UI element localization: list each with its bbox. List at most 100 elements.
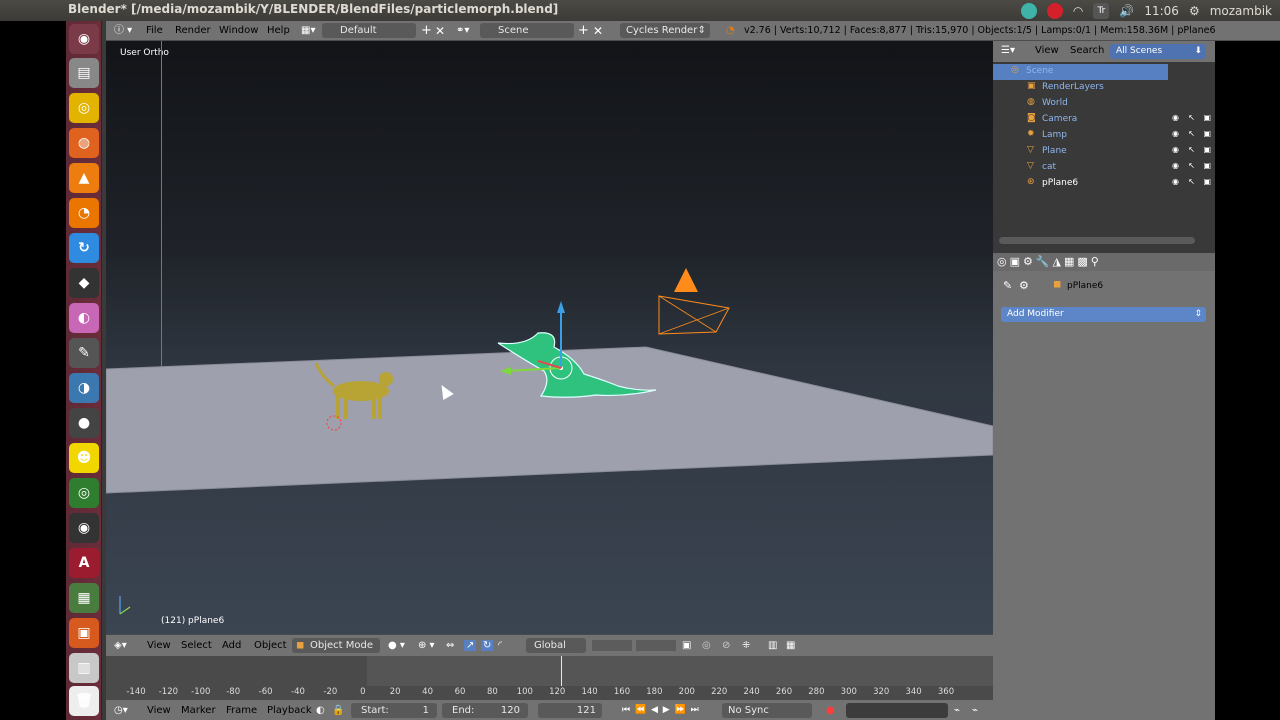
visibility-eye-icon[interactable]: ◉ — [1172, 145, 1179, 154]
renderable-camera-icon[interactable]: ▣ — [1203, 129, 1211, 138]
translate-manipulator-icon[interactable]: ↗ — [464, 640, 477, 651]
property-tab-icons[interactable]: ◎▣⚙🔧◮▦▩⚲ — [997, 255, 1102, 268]
outliner-item[interactable]: ▽ Plane ◉ ↖ ▣ — [993, 144, 1215, 160]
visibility-eye-icon[interactable]: ◉ — [1172, 161, 1179, 170]
selectable-cursor-icon[interactable]: ↖ — [1188, 129, 1195, 138]
app-icon-19[interactable]: ▥ — [69, 653, 99, 683]
use-preview-range-icon[interactable]: ◐ — [316, 705, 325, 716]
selectable-cursor-icon[interactable]: ↖ — [1188, 177, 1195, 186]
renderable-camera-icon[interactable]: ▣ — [1203, 177, 1211, 186]
scene-field[interactable]: Scene — [480, 23, 574, 38]
app-icon-14[interactable]: ◎ — [69, 478, 99, 508]
outliner-scrollbar[interactable] — [999, 237, 1195, 244]
outliner-item[interactable]: ✹ Lamp ◉ ↖ ▣ — [993, 128, 1215, 144]
transform-orientation-select[interactable]: Global — [526, 638, 586, 653]
blender-icon[interactable]: ◔ — [69, 198, 99, 228]
app-icon-16[interactable]: A — [69, 548, 99, 578]
vlc-icon[interactable]: ▲ — [69, 163, 99, 193]
files-icon[interactable]: ▤ — [69, 58, 99, 88]
keying-set-field[interactable] — [846, 703, 948, 718]
layer-buttons-a[interactable] — [592, 640, 632, 651]
outliner-item[interactable]: ▣ RenderLayers — [993, 80, 1215, 96]
wifi-icon[interactable]: ◠ — [1073, 4, 1083, 18]
lock-range-icon[interactable]: 🔒 — [332, 705, 344, 716]
outliner-item[interactable]: ◍ World — [993, 96, 1215, 112]
outliner-display-mode-select[interactable]: All Scenes ⬇ — [1110, 44, 1206, 59]
clock[interactable]: 11:06 — [1144, 4, 1179, 18]
auto-keyframe-record-icon[interactable]: ● — [826, 705, 835, 716]
inkscape-icon[interactable]: ◆ — [69, 268, 99, 298]
volume-icon[interactable]: 🔊 — [1119, 4, 1134, 18]
layer-buttons-b[interactable] — [636, 640, 676, 651]
pivot-icon[interactable]: ⊕ ▾ — [418, 640, 435, 651]
screen-layout-field[interactable]: Default — [322, 23, 416, 38]
menu-view[interactable]: View — [147, 640, 171, 651]
outliner-item[interactable]: ▽ cat ◉ ↖ ▣ — [993, 160, 1215, 176]
menu-add[interactable]: Add — [222, 640, 241, 651]
editor-type-icon[interactable]: ⓘ ▾ — [114, 23, 132, 39]
menu-help[interactable]: Help — [267, 23, 290, 39]
menu-select[interactable]: Select — [181, 640, 212, 651]
scene-icon[interactable]: ⚭▾ — [456, 23, 469, 39]
delete-keyframe-icon[interactable]: ⌁ — [972, 705, 978, 716]
snap-icon[interactable]: ⊘ — [722, 640, 730, 651]
renderable-camera-icon[interactable]: ▣ — [1203, 113, 1211, 122]
menu-file[interactable]: File — [146, 23, 163, 39]
manipulator-toggle-icon[interactable]: ⇔ — [446, 640, 454, 651]
current-frame-field[interactable]: 121 — [538, 703, 602, 718]
menu-render[interactable]: Render — [175, 23, 211, 39]
app-icon-13[interactable]: ☻ — [69, 443, 99, 473]
app-icon-11[interactable]: ◑ — [69, 373, 99, 403]
rotate-manipulator-icon[interactable]: ↻ — [481, 640, 494, 651]
renderable-camera-icon[interactable]: ▣ — [1203, 161, 1211, 170]
chrome-icon[interactable]: ◎ — [69, 93, 99, 123]
renderable-camera-icon[interactable]: ▣ — [1203, 145, 1211, 154]
app-icon-12[interactable]: ● — [69, 408, 99, 438]
selectable-cursor-icon[interactable]: ↖ — [1188, 145, 1195, 154]
screen-layout-icon[interactable]: ▦▾ — [301, 23, 315, 39]
insert-keyframe-icon[interactable]: ⌁ — [954, 705, 960, 716]
outliner-item[interactable]: ◙ Camera ◉ ↖ ▣ — [993, 112, 1215, 128]
render-preview-icon[interactable]: ▥ — [768, 640, 777, 651]
settings-gear-icon[interactable]: ⚙ — [1189, 4, 1200, 18]
dash-icon[interactable]: ◉ — [69, 24, 99, 54]
app-icon-18[interactable]: ▣ — [69, 618, 99, 648]
menu-marker[interactable]: Marker — [181, 705, 216, 716]
visibility-eye-icon[interactable]: ◉ — [1172, 177, 1179, 186]
editor-type-cube-icon[interactable]: ◈▾ — [114, 640, 127, 651]
viewport-shading-icon[interactable]: ● ▾ — [388, 640, 405, 651]
username[interactable]: mozambik — [1210, 4, 1272, 18]
end-frame-field[interactable]: End: 120 — [442, 703, 528, 718]
scale-manipulator-icon[interactable]: ◜ — [498, 640, 502, 651]
visibility-eye-icon[interactable]: ◉ — [1172, 113, 1179, 122]
app-icon-7[interactable]: ↻ — [69, 233, 99, 263]
outliner-editor-icon[interactable]: ☰▾ — [1001, 45, 1015, 56]
keyboard-layout-icon[interactable]: Tr — [1093, 3, 1110, 19]
sync-mode-select[interactable]: No Sync — [722, 703, 812, 718]
current-frame-line[interactable] — [561, 656, 562, 686]
outliner-item[interactable]: ◎ Scene — [993, 64, 1168, 80]
gimp-icon[interactable]: ✎ — [69, 338, 99, 368]
outliner-panel[interactable]: ☰▾ View Search All Scenes ⬇ ◎ Scene ▣ Render… — [993, 41, 1215, 253]
obs-icon[interactable]: ◉ — [69, 513, 99, 543]
timeline-area[interactable]: -140 -120 -100 -80 -60 -40 -20 0 20 40 60 80 100 120 1… — [106, 656, 993, 699]
outliner-item[interactable]: ⊛ pPlane6 ◉ ↖ ▣ — [993, 176, 1215, 192]
add-layout-button[interactable]: + — [421, 23, 432, 39]
app-icon-9[interactable]: ◐ — [69, 303, 99, 333]
add-modifier-button[interactable]: Add Modifier ⇕ — [1001, 307, 1206, 322]
update-icon[interactable] — [1020, 3, 1037, 19]
firefox-icon[interactable]: ◍ — [69, 128, 99, 158]
outliner-menu-view[interactable]: View — [1035, 45, 1059, 56]
menu-object[interactable]: Object — [254, 640, 287, 651]
lock-camera-icon[interactable]: ▣ — [682, 640, 691, 651]
start-frame-field[interactable]: Start: 1 — [351, 703, 437, 718]
menu-frame[interactable]: Frame — [226, 705, 257, 716]
remove-scene-button[interactable]: ✕ — [593, 23, 603, 39]
selectable-cursor-icon[interactable]: ↖ — [1188, 161, 1195, 170]
menu-window[interactable]: Window — [219, 23, 258, 39]
menu-timeline-view[interactable]: View — [147, 705, 171, 716]
opengl-render-icon[interactable]: ▦ — [786, 640, 795, 651]
pin-icon[interactable]: ✎ — [1003, 279, 1012, 292]
editor-type-clock-icon[interactable]: ◷▾ — [114, 705, 128, 716]
menu-playback[interactable]: Playback — [267, 705, 312, 716]
